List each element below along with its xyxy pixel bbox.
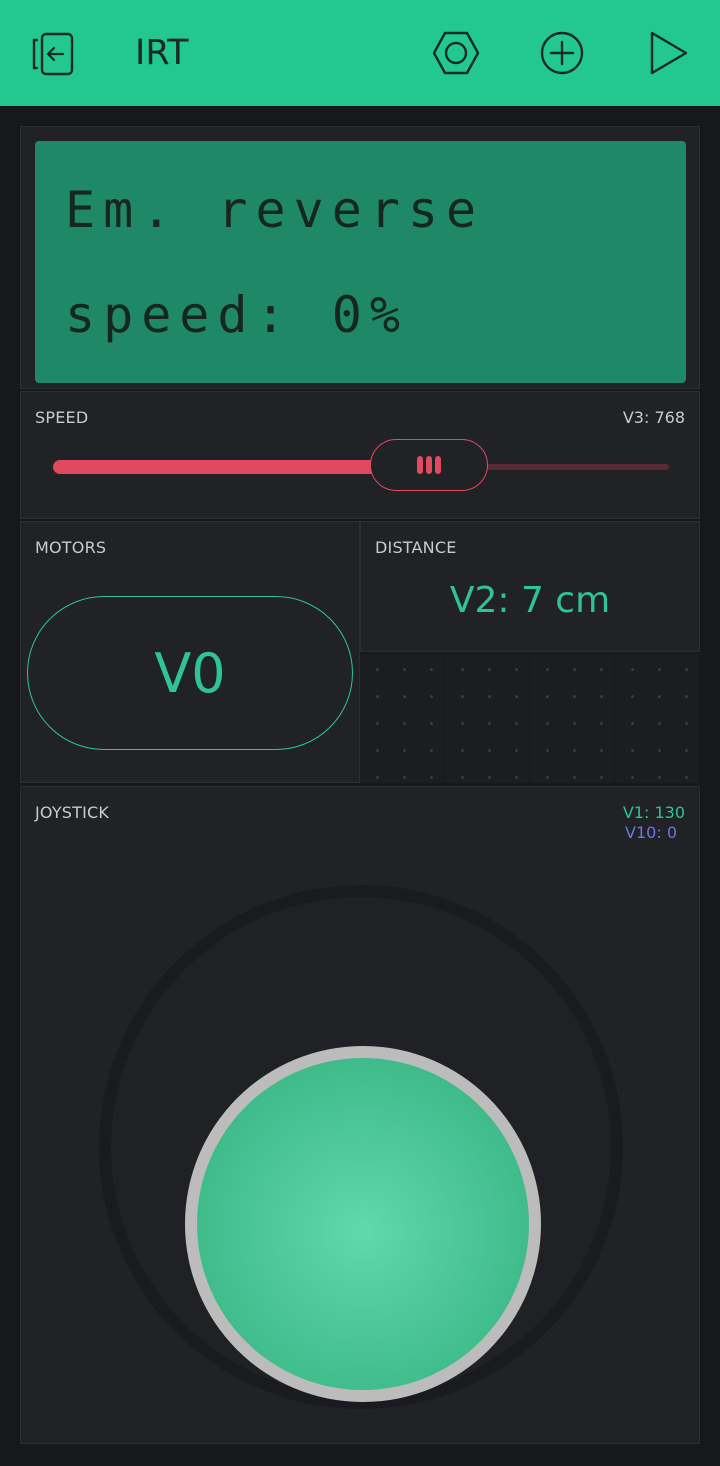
speed-slider-track[interactable]: [53, 439, 669, 491]
app-title: IRT: [135, 33, 189, 73]
lcd-widget: Em. reverse speed: 0%: [20, 126, 700, 389]
grip-bar: [425, 456, 432, 474]
add-widget-icon[interactable]: [536, 28, 588, 78]
empty-grid-area: [360, 654, 700, 783]
exit-project-icon[interactable]: [26, 28, 80, 80]
speed-value: V3: 768: [622, 408, 685, 427]
distance-value: V2: 7 cm: [449, 580, 611, 621]
play-icon[interactable]: [642, 28, 694, 78]
empty-grid-cell: [615, 654, 699, 783]
empty-grid-cell: [360, 654, 444, 783]
joystick-v10-value: V10: 0: [625, 823, 677, 842]
top-bar: IRT: [0, 0, 720, 106]
motors-label: MOTORS: [35, 538, 107, 557]
joystick-widget: JOYSTICK V1: 130 V10: 0: [20, 786, 700, 1444]
distance-label: DISTANCE: [375, 538, 457, 557]
lcd-display: Em. reverse speed: 0%: [35, 141, 686, 383]
speed-label: SPEED: [35, 408, 89, 427]
grip-bar: [434, 456, 441, 474]
lcd-line-1: Em. reverse: [65, 181, 485, 239]
distance-widget: DISTANCE V2: 7 cm: [360, 521, 700, 652]
empty-grid-cell: [530, 654, 614, 783]
grip-bar: [416, 456, 423, 474]
joystick-v1-value: V1: 130: [622, 803, 685, 822]
speed-slider-widget: SPEED V3: 768: [20, 391, 700, 519]
app-screen: IRT Em. reverse speed: 0% SPEED V3: 768 …: [0, 0, 720, 1466]
motors-button[interactable]: V0: [27, 596, 353, 750]
empty-grid-cell: [445, 654, 529, 783]
motors-button-label: V0: [154, 641, 226, 705]
settings-icon[interactable]: [430, 28, 482, 78]
joystick-label: JOYSTICK: [35, 803, 110, 822]
joystick-knob-face: [197, 1058, 529, 1390]
motors-widget: MOTORS V0: [20, 521, 360, 783]
speed-slider-thumb[interactable]: [369, 439, 488, 491]
joystick-knob[interactable]: [185, 1046, 541, 1402]
lcd-line-2: speed: 0%: [65, 286, 408, 344]
